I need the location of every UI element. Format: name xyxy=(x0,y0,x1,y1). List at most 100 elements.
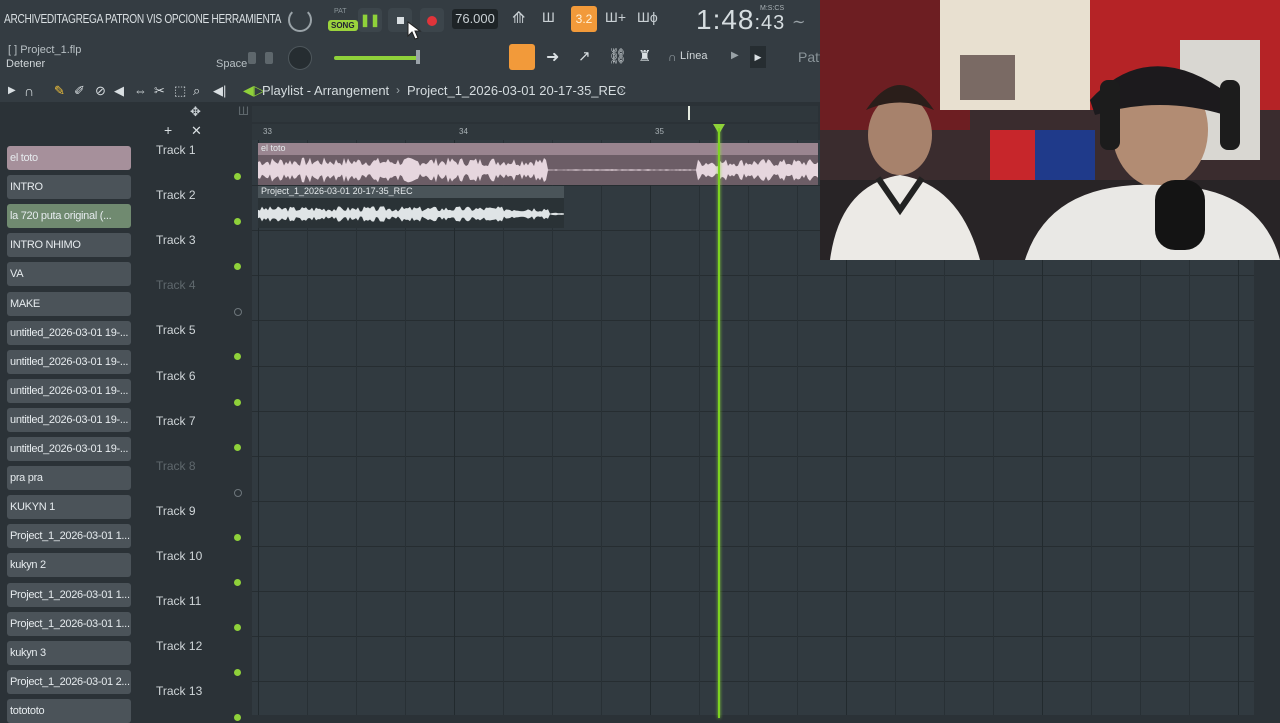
track-enable-led[interactable] xyxy=(234,714,241,722)
timeline-ruler[interactable] xyxy=(252,124,818,140)
menu-vista[interactable]: VIS xyxy=(146,11,162,26)
arrow-right-icon[interactable]: ➜ xyxy=(546,47,559,67)
track-label[interactable]: Track 7 xyxy=(156,414,196,428)
track-enable-led[interactable] xyxy=(234,173,241,180)
menu-arrow-icon[interactable]: ▶ xyxy=(8,85,16,96)
track-label[interactable]: Track 9 xyxy=(156,504,196,518)
master-volume-slider[interactable] xyxy=(334,56,420,60)
menu-editar[interactable]: EDITA xyxy=(40,11,68,26)
grid-row-divider xyxy=(252,591,1254,592)
track-label[interactable]: Track 4 xyxy=(156,278,196,292)
track-label[interactable]: Track 1 xyxy=(156,143,196,157)
grid-row-divider xyxy=(252,365,1254,367)
zoom-tool-icon[interactable]: ⌕ xyxy=(193,83,200,99)
menu-archivo[interactable]: ARCHIV xyxy=(4,11,41,26)
pattern-item[interactable]: INTRO xyxy=(7,175,131,200)
pattern-item[interactable]: Project_1_2026-03-01 1... xyxy=(7,582,131,607)
track-enable-led[interactable] xyxy=(234,218,241,226)
pattern-item[interactable]: kukyn 3 xyxy=(7,640,131,665)
track-enable-led[interactable] xyxy=(234,353,241,361)
play-pause-button[interactable]: ❚❚ xyxy=(358,8,382,32)
track-enable-led[interactable] xyxy=(234,533,241,541)
magnet-snap-icon[interactable]: ∩ xyxy=(24,83,34,99)
snap-value[interactable]: 3.2 xyxy=(571,6,597,32)
pattern-item[interactable]: untitled_2026-03-01 19-... xyxy=(7,407,131,432)
pattern-item[interactable]: INTRO NHIMO xyxy=(7,233,131,258)
add-track-icon[interactable]: + xyxy=(164,122,172,138)
playlist-icon[interactable] xyxy=(509,44,535,70)
pattern-item[interactable]: untitled_2026-03-01 19-... xyxy=(7,378,131,403)
clock-unit: M:S:CS xyxy=(760,5,785,12)
track-label[interactable]: Track 2 xyxy=(156,188,196,202)
paint-tool-icon[interactable]: ✐ xyxy=(74,83,85,99)
tempo-display[interactable]: 76.000 xyxy=(452,9,498,29)
overview-marker xyxy=(688,106,690,120)
pattern-item[interactable]: Project_1_2026-03-01 2... xyxy=(7,669,131,694)
track-enable-led[interactable] xyxy=(234,624,241,631)
pattern-item[interactable]: pra pra xyxy=(7,466,131,491)
track-label[interactable]: Track 11 xyxy=(156,594,201,608)
menu-agregar[interactable]: GREGA xyxy=(68,11,103,26)
pattern-item[interactable]: Project_1_2026-03-01 1... xyxy=(7,611,131,636)
slice-tool-icon[interactable]: ✂ xyxy=(154,83,165,99)
delete-tool-icon[interactable]: ⊘ xyxy=(95,83,106,99)
select-tool-icon[interactable]: ⬚ xyxy=(174,83,186,99)
menu-patrones[interactable]: PATRON xyxy=(105,11,144,26)
pattern-item[interactable]: la 720 puta original (... xyxy=(7,204,131,229)
vertical-scrollbar[interactable] xyxy=(1254,260,1280,720)
track-label[interactable]: Track 12 xyxy=(156,639,202,653)
slip-tool-icon[interactable]: ⇔ xyxy=(134,83,147,98)
track-label[interactable]: Track 6 xyxy=(156,369,196,383)
step-edit-icon[interactable]: Шϕ xyxy=(637,9,658,25)
pencil-tool-icon[interactable]: ↗ xyxy=(578,47,591,65)
track-grid-icon[interactable]: Ш xyxy=(238,104,249,118)
track-enable-led[interactable] xyxy=(234,578,241,586)
pattern-item[interactable]: MAKE xyxy=(7,291,131,316)
pattern-item[interactable]: kukyn 2 xyxy=(7,553,131,578)
stamp-icon[interactable]: ♜ xyxy=(638,47,651,65)
wait-input-icon[interactable]: Ш xyxy=(542,9,555,25)
track-label[interactable]: Track 13 xyxy=(156,684,202,698)
pattern-next-button[interactable]: ▶ xyxy=(750,46,766,68)
pattern-item[interactable]: untitled_2026-03-01 19-... xyxy=(7,320,131,345)
track-enable-led[interactable] xyxy=(234,263,241,271)
menu-opciones[interactable]: OPCIONE xyxy=(164,11,209,26)
metronome-icon[interactable]: ⟰ xyxy=(512,8,525,28)
pattern-item[interactable]: VA xyxy=(7,262,131,287)
pattern-item[interactable]: KUKYN 1 xyxy=(7,495,131,520)
master-volume-handle[interactable] xyxy=(416,50,420,64)
magnet-icon[interactable]: ∩ xyxy=(668,50,677,64)
pattern-item[interactable]: Project_1_2026-03-01 1... xyxy=(7,524,131,549)
track-enable-led[interactable] xyxy=(234,308,242,317)
audio-clip[interactable]: Project_1_2026-03-01 20-17-35_REC xyxy=(258,186,564,228)
remove-track-icon[interactable]: ✕ xyxy=(191,123,202,139)
pattern-item[interactable]: el toto xyxy=(7,146,131,170)
track-enable-led[interactable] xyxy=(234,488,242,497)
webcam-overlay xyxy=(820,0,1280,260)
track-label[interactable]: Track 8 xyxy=(156,459,196,473)
mute-tool-icon[interactable]: ◀ xyxy=(114,83,124,99)
menu-herramientas[interactable]: HERRAMIENTA xyxy=(211,11,281,26)
track-label[interactable]: Track 3 xyxy=(156,233,196,247)
link-icon[interactable]: ⛓ xyxy=(608,47,627,65)
track-enable-led[interactable] xyxy=(234,669,241,677)
chevron-right-icon[interactable]: ▶ xyxy=(731,50,739,61)
master-pitch-knob[interactable] xyxy=(288,46,312,70)
track-label[interactable]: Track 10 xyxy=(156,549,202,563)
loop-record-icon[interactable]: Ш+ xyxy=(605,9,626,25)
pattern-item[interactable]: totototo xyxy=(7,698,131,723)
track-move-icon[interactable]: ✥ xyxy=(190,104,201,120)
track-enable-led[interactable] xyxy=(234,398,241,406)
draw-tool-icon[interactable]: ✎ xyxy=(54,83,65,99)
audio-clip[interactable]: el toto xyxy=(258,143,818,185)
track-enable-led[interactable] xyxy=(234,443,241,451)
pat-song-toggle[interactable]: PAT SONG xyxy=(326,6,358,34)
stop-icon xyxy=(396,17,404,24)
snap-mode-select[interactable]: Línea xyxy=(680,50,708,62)
overview-strip[interactable] xyxy=(252,106,818,122)
pattern-item[interactable]: untitled_2026-03-01 19-... xyxy=(7,437,131,461)
pattern-item[interactable]: untitled_2026-03-01 19-... xyxy=(7,349,131,374)
grid-row-divider xyxy=(252,455,1254,457)
track-label[interactable]: Track 5 xyxy=(156,323,196,337)
playback-tool-icon[interactable]: ◀| xyxy=(213,83,226,99)
